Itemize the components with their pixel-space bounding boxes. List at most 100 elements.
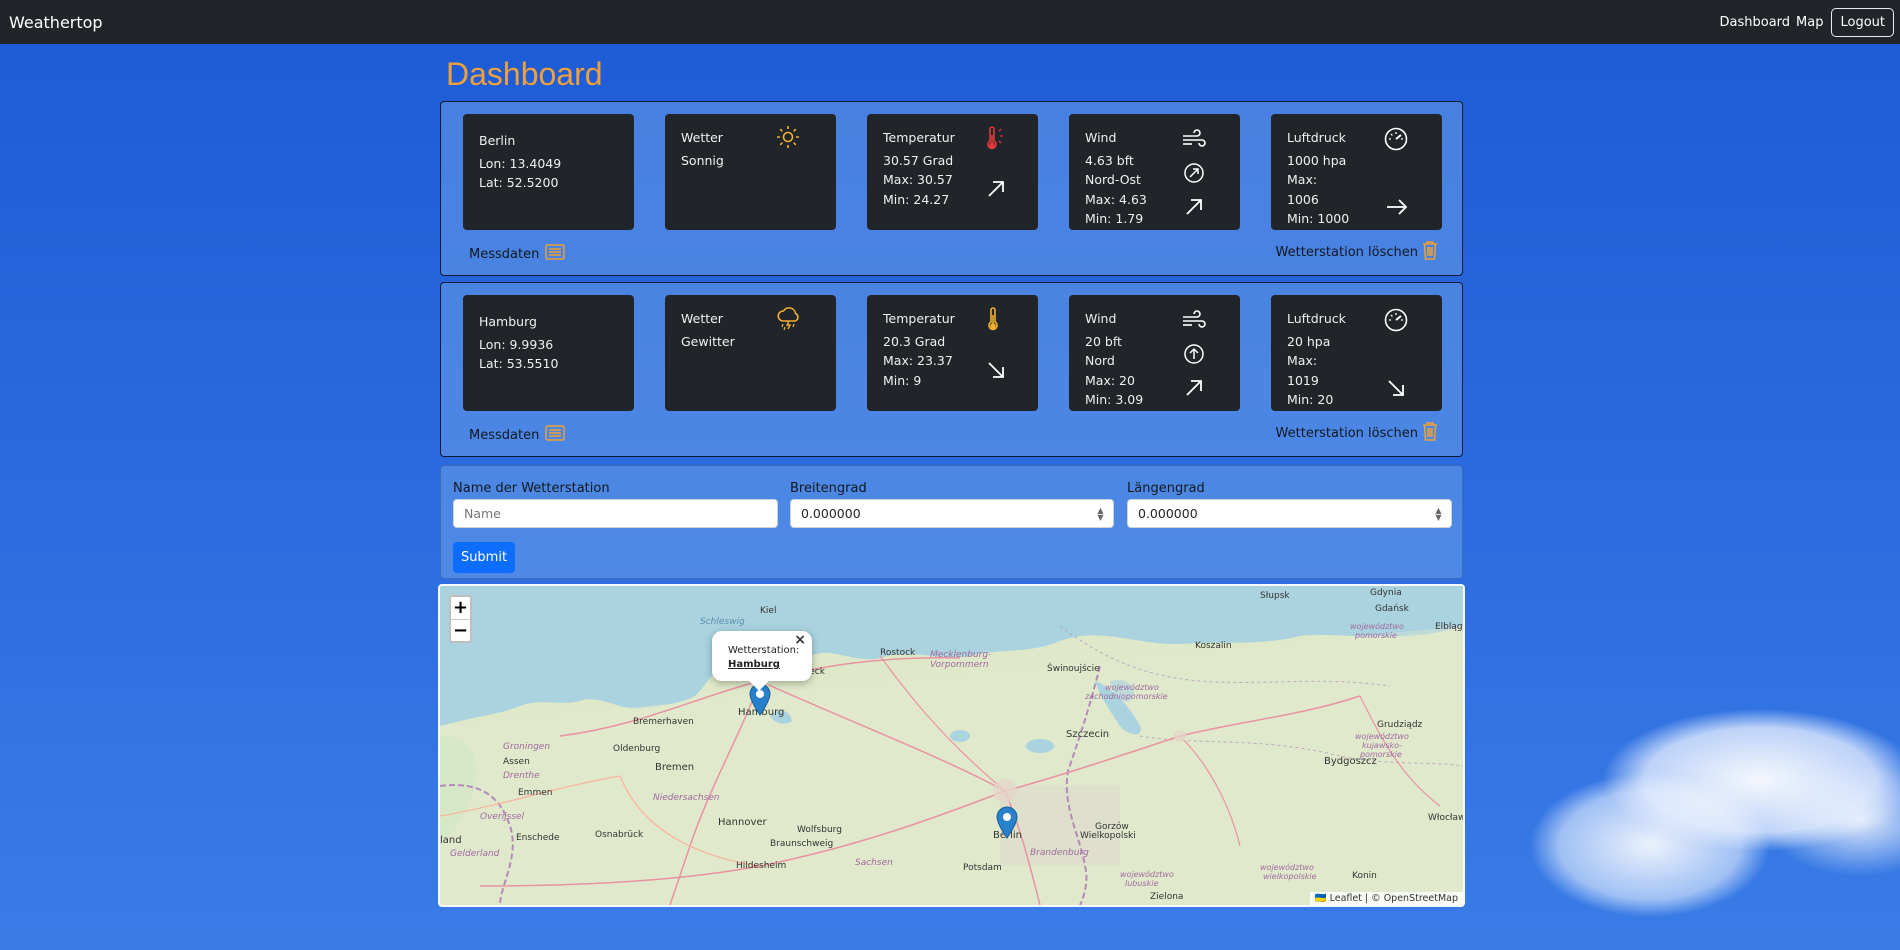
- map-label-niedersachsen: Niedersachsen: [653, 793, 720, 803]
- map-label-elblag: Elbląg: [1435, 622, 1463, 632]
- map-label-kujawsko-1: województwo: [1355, 732, 1409, 741]
- map-label-kiel: Kiel: [760, 606, 777, 616]
- map-label-emmen: Emmen: [518, 788, 553, 798]
- map-label-wielko-1: województwo: [1260, 863, 1314, 872]
- sun-icon: [776, 125, 800, 155]
- list-icon: [545, 425, 566, 445]
- map-label-bydgoszcz: Bydgoszcz: [1324, 756, 1377, 767]
- arrow-right-icon: [1385, 196, 1409, 224]
- map-label-pomorskie-1: województwo: [1350, 622, 1404, 631]
- brand-link[interactable]: Weathertop: [9, 13, 103, 32]
- wind-card: Wind 20 bft Nord Max: 20 Min: 3.09: [1069, 295, 1240, 411]
- measurements-link[interactable]: Messdaten: [469, 425, 566, 445]
- map-label-slupsk: Słupsk: [1260, 591, 1290, 601]
- page-title: Dashboard: [446, 56, 603, 92]
- berlin-marker-icon[interactable]: [995, 805, 1019, 839]
- map-label-schleswig: Schleswig: [700, 617, 745, 627]
- delete-station-link[interactable]: Wetterstation löschen: [1276, 421, 1438, 445]
- pressure-max-label: Max:: [1287, 353, 1318, 368]
- delete-station-label: Wetterstation löschen: [1275, 244, 1418, 260]
- measurements-link[interactable]: Messdaten: [469, 244, 566, 264]
- trash-icon: [1422, 240, 1438, 264]
- pressure-card: Luftdruck 20 hpa Max: 1019 Min: 20: [1271, 295, 1442, 411]
- station-name: Berlin: [479, 133, 516, 148]
- longitude-input[interactable]: 0.000000 ▲ ▼: [1127, 499, 1452, 528]
- measurements-label: Messdaten: [469, 427, 540, 443]
- popup-close-button[interactable]: ×: [794, 633, 806, 647]
- weather-card: Wetter Gewitter: [665, 295, 836, 411]
- map-label-lubuskie-1: województwo: [1120, 870, 1174, 879]
- map-label-vorpommern: Vorpommern: [930, 660, 989, 670]
- map-label-mecklenburg: Mecklenburg-: [930, 650, 992, 660]
- arrow-down-right-icon: [985, 359, 1007, 387]
- nav-map-link[interactable]: Map: [1796, 15, 1823, 30]
- popup-station-link[interactable]: Hamburg: [728, 658, 802, 672]
- map-label-szczecin: Szczecin: [1066, 729, 1110, 740]
- latitude-input[interactable]: 0.000000 ▲ ▼: [790, 499, 1114, 528]
- map-label-zachodnio-2: zachodniopomorskie: [1085, 692, 1168, 701]
- map-tiles: [440, 586, 1463, 905]
- nav-dashboard-link[interactable]: Dashboard: [1720, 15, 1791, 30]
- location-card: Berlin Lon: 13.4049 Lat: 52.5200: [463, 114, 634, 230]
- cloud-lightning-rain-icon: [776, 306, 802, 338]
- thermometer-hot-icon: [983, 126, 1007, 158]
- map-label-zachodnio-1: województwo: [1105, 683, 1159, 692]
- station-panel-hamburg: Hamburg Lon: 9.9936 Lat: 53.5510 Wetter …: [440, 282, 1463, 457]
- pressure-max-label: Max:: [1287, 172, 1318, 187]
- map-label-enschede: Enschede: [516, 833, 560, 843]
- nav-links: Dashboard Map Logout: [1720, 7, 1894, 37]
- zoom-in-button[interactable]: +: [451, 597, 470, 619]
- compass-ne-icon: [1183, 162, 1205, 190]
- delete-station-label: Wetterstation löschen: [1275, 425, 1418, 441]
- latitude-spinner[interactable]: ▲ ▼: [1096, 507, 1105, 522]
- delete-station-link[interactable]: Wetterstation löschen: [1276, 240, 1438, 264]
- longitude-value: 0.000000: [1138, 506, 1198, 521]
- wind-card: Wind 4.63 bft Nord-Ost Max: 4.63 Min: 1.…: [1069, 114, 1240, 230]
- location-card: Hamburg Lon: 9.9936 Lat: 53.5510: [463, 295, 634, 411]
- name-input[interactable]: [453, 499, 778, 528]
- thermometer-icon: [983, 307, 1003, 339]
- map[interactable]: Kiel Schleswig Rostock Mecklenburg- Vorp…: [438, 584, 1465, 907]
- map-label-land: land: [440, 835, 462, 846]
- zoom-control: + −: [449, 595, 472, 643]
- zoom-out-button[interactable]: −: [451, 619, 470, 641]
- name-label: Name der Wetterstation: [453, 481, 610, 496]
- wind-icon: [1181, 308, 1207, 338]
- station-lon: Lon: 13.4049: [479, 155, 562, 171]
- arrow-down-right-icon: [1385, 377, 1407, 405]
- map-label-wolfsburg: Wolfsburg: [797, 825, 842, 835]
- temperature-card: Temperatur 20.3 Grad Max: 23.37 Min: 9: [867, 295, 1038, 411]
- map-label-braunschweig: Braunschweig: [770, 839, 834, 849]
- arrow-up-right-icon: [1183, 377, 1205, 405]
- station-lat: Lat: 53.5510: [479, 356, 559, 371]
- map-label-potsdam: Potsdam: [963, 863, 1002, 873]
- latitude-label: Breitengrad: [790, 481, 867, 496]
- map-label-kujawsko-2: kujawsko-: [1362, 741, 1402, 750]
- arrow-up-right-icon: [985, 178, 1007, 206]
- map-attribution[interactable]: 🇺🇦 Leaflet | © OpenStreetMap: [1309, 892, 1463, 905]
- map-label-gdynia: Gdynia: [1370, 588, 1402, 598]
- map-label-pomorskie-2: pomorskie: [1355, 631, 1397, 640]
- map-label-brandenburg: Brandenburg: [1030, 848, 1089, 858]
- map-label-sachsen: Sachsen: [855, 858, 893, 868]
- popup-prefix: Wetterstation:: [728, 645, 800, 656]
- longitude-spinner[interactable]: ▲ ▼: [1434, 507, 1443, 522]
- trash-icon: [1422, 421, 1438, 445]
- submit-button[interactable]: Submit: [453, 542, 515, 573]
- pressure-card: Luftdruck 1000 hpa Max: 1006 Min: 1000: [1271, 114, 1442, 230]
- map-label-grudziadz: Grudziądz: [1377, 720, 1423, 730]
- station-lat: Lat: 52.5200: [479, 175, 559, 190]
- map-label-drenthe: Drenthe: [503, 771, 540, 781]
- temperature-card: Temperatur 30.57 Grad Max: 30.57 Min: 24…: [867, 114, 1038, 230]
- map-label-wloclawek: Włocławek: [1428, 813, 1465, 823]
- logout-button[interactable]: Logout: [1831, 7, 1894, 37]
- map-label-koszalin: Koszalin: [1195, 641, 1232, 651]
- map-label-oldenburg: Oldenburg: [613, 744, 661, 754]
- map-label-wielko-2: wielkopolskie: [1263, 872, 1317, 881]
- navbar: Weathertop Dashboard Map Logout: [0, 0, 1900, 44]
- gauge-icon: [1383, 126, 1409, 158]
- map-label-overijssel: Overijssel: [480, 812, 525, 822]
- compass-n-icon: [1183, 343, 1205, 371]
- gauge-icon: [1383, 307, 1409, 339]
- map-label-hildesheim: Hildesheim: [736, 861, 787, 871]
